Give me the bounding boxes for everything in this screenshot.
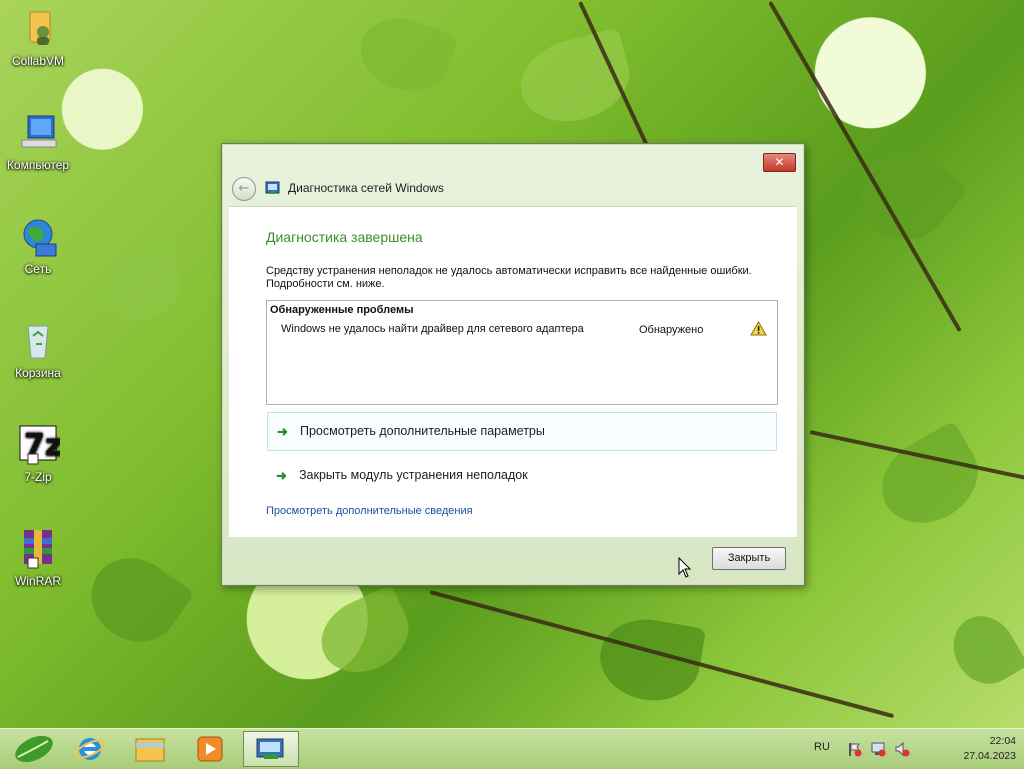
mouse-cursor-icon: [678, 556, 692, 579]
window-title: Диагностика сетей Windows: [288, 181, 444, 195]
clock-date: 27.04.2023: [963, 750, 1016, 762]
clock-time: 22:04: [989, 735, 1016, 747]
taskbar-network-diagnostics[interactable]: [243, 731, 299, 767]
page-heading: Диагностика завершена: [266, 229, 423, 245]
desktop-icon-label: Компьютер: [6, 158, 70, 172]
computer-icon: [16, 110, 60, 154]
problem-row-text: Windows не удалось найти драйвер для сет…: [281, 323, 584, 335]
desktop-icon-computer[interactable]: Компьютер: [2, 110, 74, 172]
desktop-icon-label: 7-Zip: [24, 470, 52, 484]
recycle-bin-icon: [16, 318, 60, 362]
option-label: Просмотреть дополнительные параметры: [300, 424, 545, 438]
option-view-additional-parameters[interactable]: ➜ Просмотреть дополнительные параметры: [267, 412, 777, 451]
problems-list: Обнаруженные проблемы Windows не удалось…: [266, 300, 778, 405]
desktop-icon-winrar[interactable]: WinRAR: [2, 526, 74, 588]
warning-icon: [750, 320, 767, 336]
arrow-right-icon: ➜: [277, 424, 288, 439]
view-details-link[interactable]: Просмотреть дополнительные сведения: [266, 505, 473, 517]
window-close-button[interactable]: ✕: [763, 153, 796, 172]
desktop-icon-label: Сеть: [24, 262, 52, 276]
network-icon: [16, 214, 60, 258]
option-label: Закрыть модуль устранения неполадок: [299, 468, 528, 482]
desktop-icon-label: WinRAR: [14, 574, 61, 588]
folder-user-icon: [16, 6, 60, 50]
action-center-flag-icon[interactable]: [846, 741, 862, 757]
desktop-icon-collabvm[interactable]: CollabVM: [2, 6, 74, 68]
language-indicator[interactable]: RU: [814, 741, 830, 753]
media-player-icon[interactable]: [182, 731, 238, 767]
problems-header: Обнаруженные проблемы: [270, 304, 414, 316]
network-disconnected-icon[interactable]: [870, 741, 886, 757]
internet-explorer-icon[interactable]: [62, 731, 118, 767]
desktop-icon-label: CollabVM: [11, 54, 65, 68]
description-text: Средству устранения неполадок не удалось…: [266, 265, 752, 290]
title-row: ← Диагностика сетей Windows: [230, 177, 796, 203]
content-panel: Диагностика завершена Средству устранени…: [229, 206, 797, 537]
desktop-icon-7zip[interactable]: 7z 7-Zip: [2, 422, 74, 484]
close-button[interactable]: Закрыть: [712, 547, 786, 570]
option-close-troubleshooter[interactable]: ➜ Закрыть модуль устранения неполадок: [267, 457, 775, 494]
back-arrow-icon[interactable]: ←: [232, 177, 256, 201]
file-explorer-icon[interactable]: [122, 731, 178, 767]
desktop-icon-recycle-bin[interactable]: Корзина: [2, 318, 74, 380]
problem-row-status: Обнаружено: [639, 324, 704, 336]
start-button[interactable]: [4, 731, 60, 767]
winrar-icon: [16, 526, 60, 570]
desktop-icon-network[interactable]: Сеть: [2, 214, 74, 276]
network-diagnostics-icon: [265, 181, 281, 195]
desktop-icon-label: Корзина: [15, 366, 61, 380]
volume-muted-icon[interactable]: [894, 741, 910, 757]
taskbar: RU 22:04 27.04.2023: [0, 728, 1024, 769]
network-diagnostics-window: ✕ ← Диагностика сетей Windows Диагностик…: [221, 143, 805, 586]
clock[interactable]: 22:04 27.04.2023: [926, 734, 1016, 764]
arrow-right-icon: ➜: [276, 468, 287, 483]
7zip-icon: 7z: [16, 422, 62, 466]
